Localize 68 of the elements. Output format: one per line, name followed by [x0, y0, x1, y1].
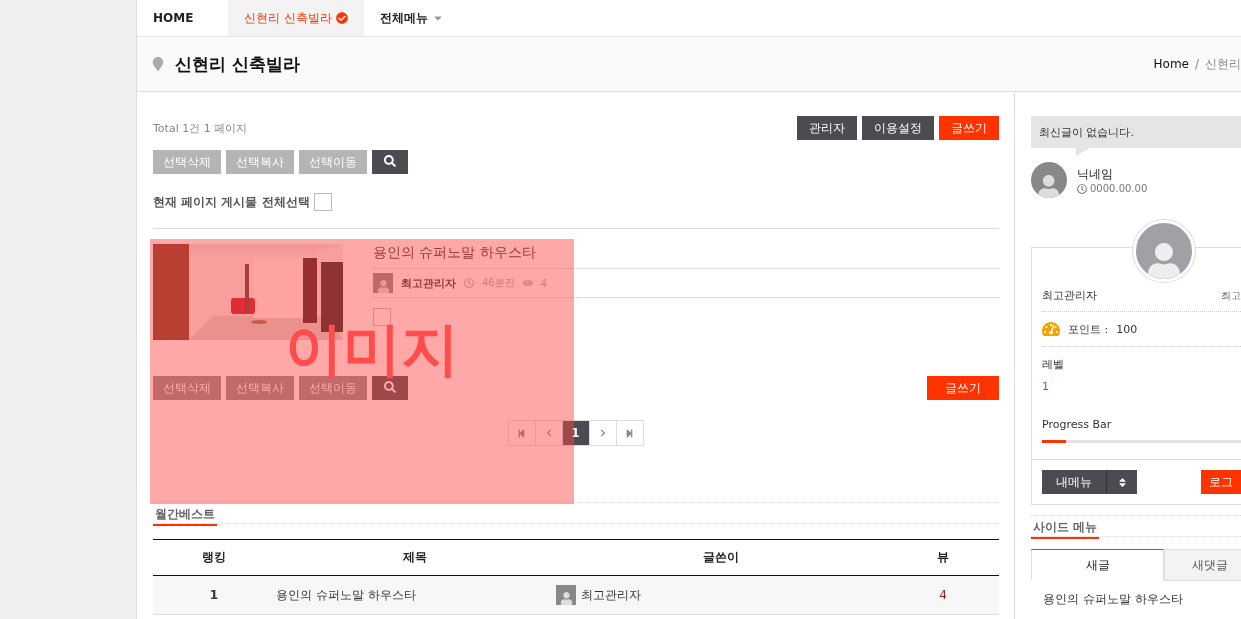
profile-grade: 최고	[1221, 288, 1241, 303]
nav-tab[interactable]: HOME	[153, 0, 229, 36]
toolbar-button[interactable]: 관리자	[797, 116, 857, 140]
author-name: 최고관리자	[581, 586, 641, 604]
select-action-button[interactable]: 선택복사	[226, 376, 294, 400]
breadcrumb-link[interactable]: 신현리	[1205, 55, 1241, 73]
gauge-icon	[1042, 320, 1060, 338]
points-value: 100	[1116, 322, 1138, 336]
page-title: 신현리 신축빌라	[175, 52, 300, 76]
nav-tab[interactable]: 신현리 신축빌라	[228, 0, 365, 36]
select-action-button[interactable]: 선택이동	[299, 150, 367, 174]
avatar-icon	[1031, 162, 1067, 198]
breadcrumb-separator: /	[1194, 57, 1199, 71]
clock-icon	[464, 278, 474, 288]
select-action-button[interactable]: 선택복사	[226, 150, 294, 174]
sort-icon	[1116, 476, 1128, 488]
search-button[interactable]	[372, 150, 408, 174]
search-icon	[384, 380, 396, 393]
page-button[interactable]: 1	[561, 420, 590, 446]
post-date: 0000.00.00	[1090, 183, 1148, 194]
column-header: 제목	[275, 539, 555, 576]
nav-tab[interactable]: 전체메뉴	[364, 0, 461, 36]
column-header: 뷰	[887, 539, 999, 576]
next-page-button[interactable]	[588, 420, 617, 446]
total-count: Total 1건 1 페이지	[153, 120, 248, 136]
latest-post-link[interactable]: 용인의 슈퍼노말 하우스타	[1043, 591, 1241, 608]
nickname: 닉네임	[1077, 166, 1114, 183]
avatar-icon	[373, 273, 393, 293]
column-header: 랭킹	[153, 539, 275, 576]
section-title: 사이드 메뉴	[1031, 518, 1100, 539]
section-title: 월간베스트	[153, 505, 217, 526]
clock-icon	[1077, 183, 1087, 194]
toolbar-button[interactable]: 이용설정	[862, 116, 934, 140]
level-value: 1	[1042, 380, 1050, 393]
first-page-icon	[517, 428, 526, 438]
last-page-icon	[625, 428, 634, 438]
select-all-label: 현재 페이지 게시물 전체선택	[153, 193, 310, 211]
first-page-button[interactable]	[507, 420, 536, 446]
sidebar-tab[interactable]: 새글	[1031, 549, 1164, 580]
select-action-button[interactable]: 선택삭제	[153, 376, 221, 400]
progress-label: Progress Bar	[1042, 418, 1112, 431]
map-pin-icon	[151, 57, 165, 71]
profile-name: 최고관리자	[1042, 288, 1097, 303]
title-cell[interactable]: 용인의 슈퍼노말 하우스타	[275, 575, 555, 615]
sidebar-tab[interactable]: 새댓글	[1164, 549, 1241, 581]
write-button[interactable]: 글쓰기	[927, 376, 999, 400]
eye-icon	[522, 278, 533, 288]
post-title[interactable]: 용인의 슈퍼노말 하우스타	[373, 244, 999, 269]
toolbar-button[interactable]: 글쓰기	[939, 116, 999, 140]
views-cell: 4	[887, 575, 999, 615]
notice-text: 최신글이 없습니다.	[1039, 124, 1134, 140]
logout-button[interactable]: 로그	[1201, 470, 1241, 494]
points-label: 포인트 :	[1068, 321, 1109, 337]
chevron-left-icon	[544, 429, 553, 437]
chevron-right-icon	[598, 429, 607, 437]
post-author: 최고관리자	[401, 275, 456, 291]
search-icon	[384, 154, 396, 167]
rank-cell: 1	[153, 575, 275, 615]
select-action-button[interactable]: 선택삭제	[153, 150, 221, 174]
level-label: 레벨	[1042, 358, 1064, 371]
my-menu-button[interactable]: 내메뉴	[1042, 470, 1106, 494]
sort-button[interactable]	[1106, 470, 1137, 494]
select-all-checkbox[interactable]	[313, 193, 332, 211]
breadcrumb-link[interactable]: Home	[1153, 57, 1189, 71]
post-checkbox[interactable]	[373, 308, 391, 326]
avatar-icon	[1133, 220, 1195, 282]
column-header: 글쓴이	[555, 539, 887, 576]
overlay-label: 이미지	[285, 319, 459, 378]
